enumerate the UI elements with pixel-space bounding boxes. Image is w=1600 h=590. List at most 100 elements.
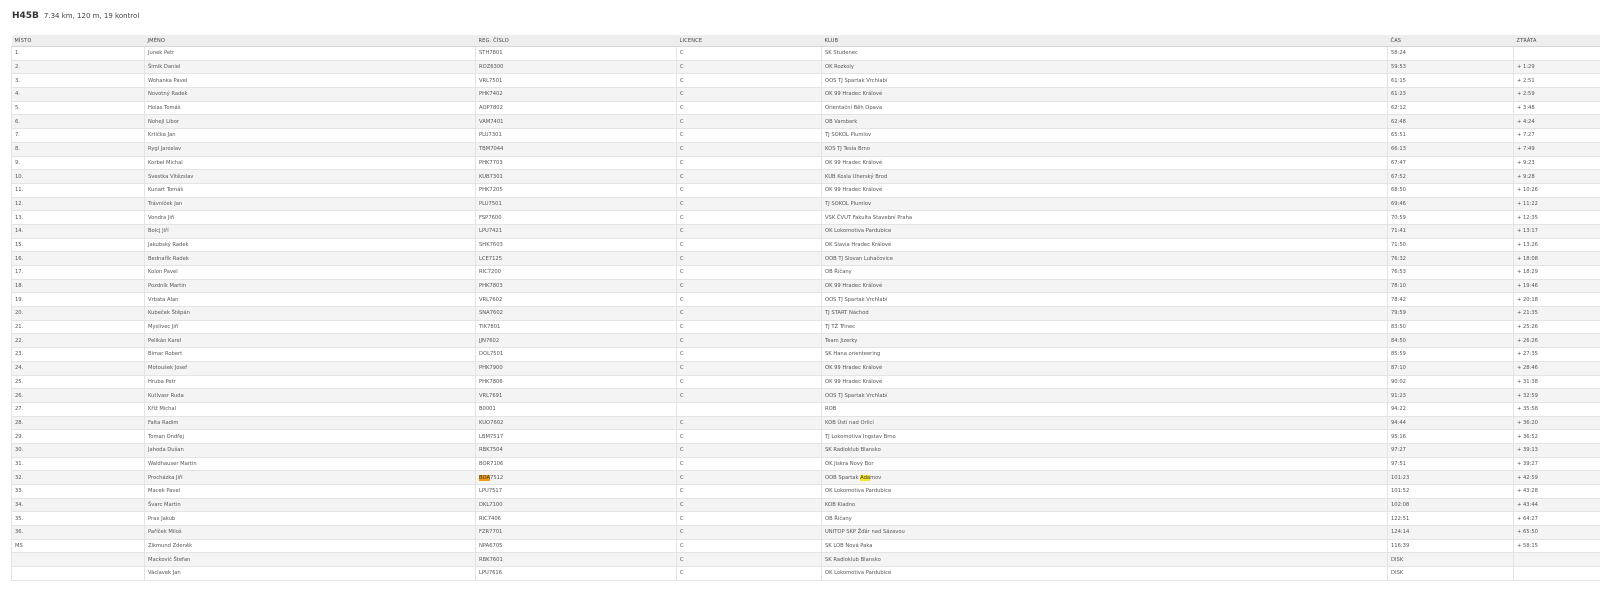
cell-reg-number: LPU7616 <box>475 566 677 581</box>
cell-club: OB Vamberk <box>821 114 1388 130</box>
cell-club: OOS TJ Spartak Vrchlabí <box>821 388 1388 403</box>
cell-name: Motoušek Josef <box>144 361 476 376</box>
cell-time: 78:42 <box>1387 292 1514 308</box>
column-header-reg-number: REG. ČÍSLO <box>475 35 677 47</box>
table-row: 7. Krtička Jan PLU7301 C TJ SOKOL Plumlov 65:… <box>11 128 1600 143</box>
cell-loss: + 36:20 <box>1513 416 1600 431</box>
cell-place: 26. <box>11 388 145 403</box>
cell-place: 18. <box>11 279 145 294</box>
cell-name: Procházka Jiří <box>144 470 476 485</box>
cell-place: 30. <box>11 443 145 458</box>
cell-time: 61:23 <box>1387 87 1514 102</box>
cell-reg-number: RIC7406 <box>475 511 677 527</box>
cell-name: Zikmund Zdeněk <box>144 539 476 554</box>
cell-place: 12. <box>11 197 145 212</box>
cell-loss: + 39:27 <box>1513 457 1600 472</box>
table-row: 13. Vondra Jiří FSP7600 C VSK ČVUT Fakulta S… <box>11 210 1600 225</box>
class-header: H45B 7.34 km, 120 m, 19 kontrol <box>12 11 139 21</box>
cell-club: TJ TŽ Třinec <box>821 320 1388 335</box>
cell-club: SK LOB Nová Paka <box>821 539 1388 554</box>
cell-place: 35. <box>11 511 145 527</box>
cell-club: OK 99 Hradec Králové <box>821 183 1388 198</box>
cell-reg-number: VRL7501 <box>475 73 677 89</box>
cell-name: Jakubský Radek <box>144 238 476 253</box>
search-highlight: BOA <box>479 474 491 481</box>
cell-place: 33. <box>11 484 145 499</box>
cell-license: C <box>676 210 822 225</box>
cell-license: C <box>676 333 822 349</box>
cell-loss: + 35:58 <box>1513 402 1600 417</box>
cell-license: C <box>676 498 822 513</box>
cell-club: OK 99 Hradec Králové <box>821 375 1388 390</box>
cell-license: C <box>676 87 822 102</box>
cell-license: C <box>676 484 822 499</box>
cell-place: 1. <box>11 46 145 61</box>
cell-time: 90:02 <box>1387 375 1514 390</box>
table-row: 1. Junek Petr STH7801 C SK Studenec 58:24 <box>11 46 1600 61</box>
cell-time: 65:51 <box>1387 128 1514 143</box>
cell-name: Nohejl Libor <box>144 114 476 130</box>
table-row: 35. Prax Jakub RIC7406 C OB Říčany 122:51 + 64… <box>11 511 1600 527</box>
cell-time: 70:59 <box>1387 210 1514 225</box>
cell-time: 87:10 <box>1387 361 1514 376</box>
table-row: 23. Bimar Robert DOL7501 C SK Hana orienteer… <box>11 347 1600 362</box>
cell-place: 8. <box>11 142 145 157</box>
cell-license: C <box>676 279 822 294</box>
cell-name: Hruba Petr <box>144 375 476 390</box>
cell-time: 66:13 <box>1387 142 1514 157</box>
cell-reg-number: RBK7504 <box>475 443 677 458</box>
cell-reg-number: BOR7106 <box>475 457 677 472</box>
cell-loss: + 10:26 <box>1513 183 1600 198</box>
cell-name: Bednařík Radek <box>144 251 476 266</box>
cell-place: 31. <box>11 457 145 472</box>
cell-time: 94:22 <box>1387 402 1514 417</box>
cell-loss: + 42:59 <box>1513 470 1600 485</box>
cell-name: Pozdník Martin <box>144 279 476 294</box>
cell-license: C <box>676 539 822 554</box>
cell-time: 97:27 <box>1387 443 1514 458</box>
cell-place: 22. <box>11 333 145 349</box>
cell-name: Kunart Tomáš <box>144 183 476 198</box>
cell-name: Pelikán Karel <box>144 333 476 349</box>
cell-reg-number: AOP7802 <box>475 101 677 116</box>
cell-reg-number: PLU7501 <box>475 197 677 212</box>
cell-loss: + 20:18 <box>1513 292 1600 308</box>
cell-club: KOS TJ Tesla Brno <box>821 142 1388 157</box>
cell-loss: + 31:38 <box>1513 375 1600 390</box>
table-row: 8. Rygl Jaroslav TBM7044 C KOS TJ Tesla Brno… <box>11 142 1600 157</box>
cell-loss: + 18:29 <box>1513 265 1600 280</box>
cell-club: OOS TJ Spartak Vrchlabí <box>821 292 1388 308</box>
table-row: 24. Motoušek Josef PHK7900 C OK 99 Hradec Kr… <box>11 361 1600 376</box>
cell-loss: + 64:27 <box>1513 511 1600 527</box>
cell-name: Falta Radim <box>144 416 476 431</box>
cell-license: C <box>676 73 822 89</box>
cell-place: 19. <box>11 292 145 308</box>
cell-license: C <box>676 251 822 266</box>
cell-club: OB Říčany <box>821 511 1388 527</box>
cell-name: Toman Ondřej <box>144 429 476 444</box>
table-row: 34. Švarc Martin DKL7100 C KOB Kladno 102:08 +… <box>11 498 1600 513</box>
cell-time: 95:16 <box>1387 429 1514 444</box>
cell-loss: + 27:35 <box>1513 347 1600 362</box>
cell-license: C <box>676 265 822 280</box>
cell-time: 76:53 <box>1387 265 1514 280</box>
cell-reg-number: JJN7602 <box>475 333 677 349</box>
cell-place: 13. <box>11 210 145 225</box>
cell-place: 28. <box>11 416 145 431</box>
column-header-place: MÍSTO <box>11 35 145 47</box>
cell-reg-number: SHK7603 <box>475 238 677 253</box>
cell-license: C <box>676 169 822 184</box>
cell-name: Bolcj Jiří <box>144 224 476 239</box>
cell-time: 62:48 <box>1387 114 1514 130</box>
cell-loss: + 13:26 <box>1513 238 1600 253</box>
cell-club: OB Říčany <box>821 265 1388 280</box>
table-row: Mackovič Štefan RBK7601 C SK Radioklub Blan… <box>11 552 1600 568</box>
cell-license: C <box>676 511 822 527</box>
cell-club: OK Lokomotiva Pardubice <box>821 224 1388 239</box>
table-row: 27. Kříž Michal B0001 ROB 94:22 + 35:58 <box>11 402 1600 417</box>
cell-loss: + 1:29 <box>1513 60 1600 75</box>
table-row: 36. Paříček Miloš FZR7701 C UNITOP SKP Žďár … <box>11 525 1600 540</box>
table-row: 19. Vrbata Alan VRL7602 C OOS TJ Spartak Vrc… <box>11 292 1600 308</box>
cell-name: Krtička Jan <box>144 128 476 143</box>
cell-place <box>11 566 145 581</box>
